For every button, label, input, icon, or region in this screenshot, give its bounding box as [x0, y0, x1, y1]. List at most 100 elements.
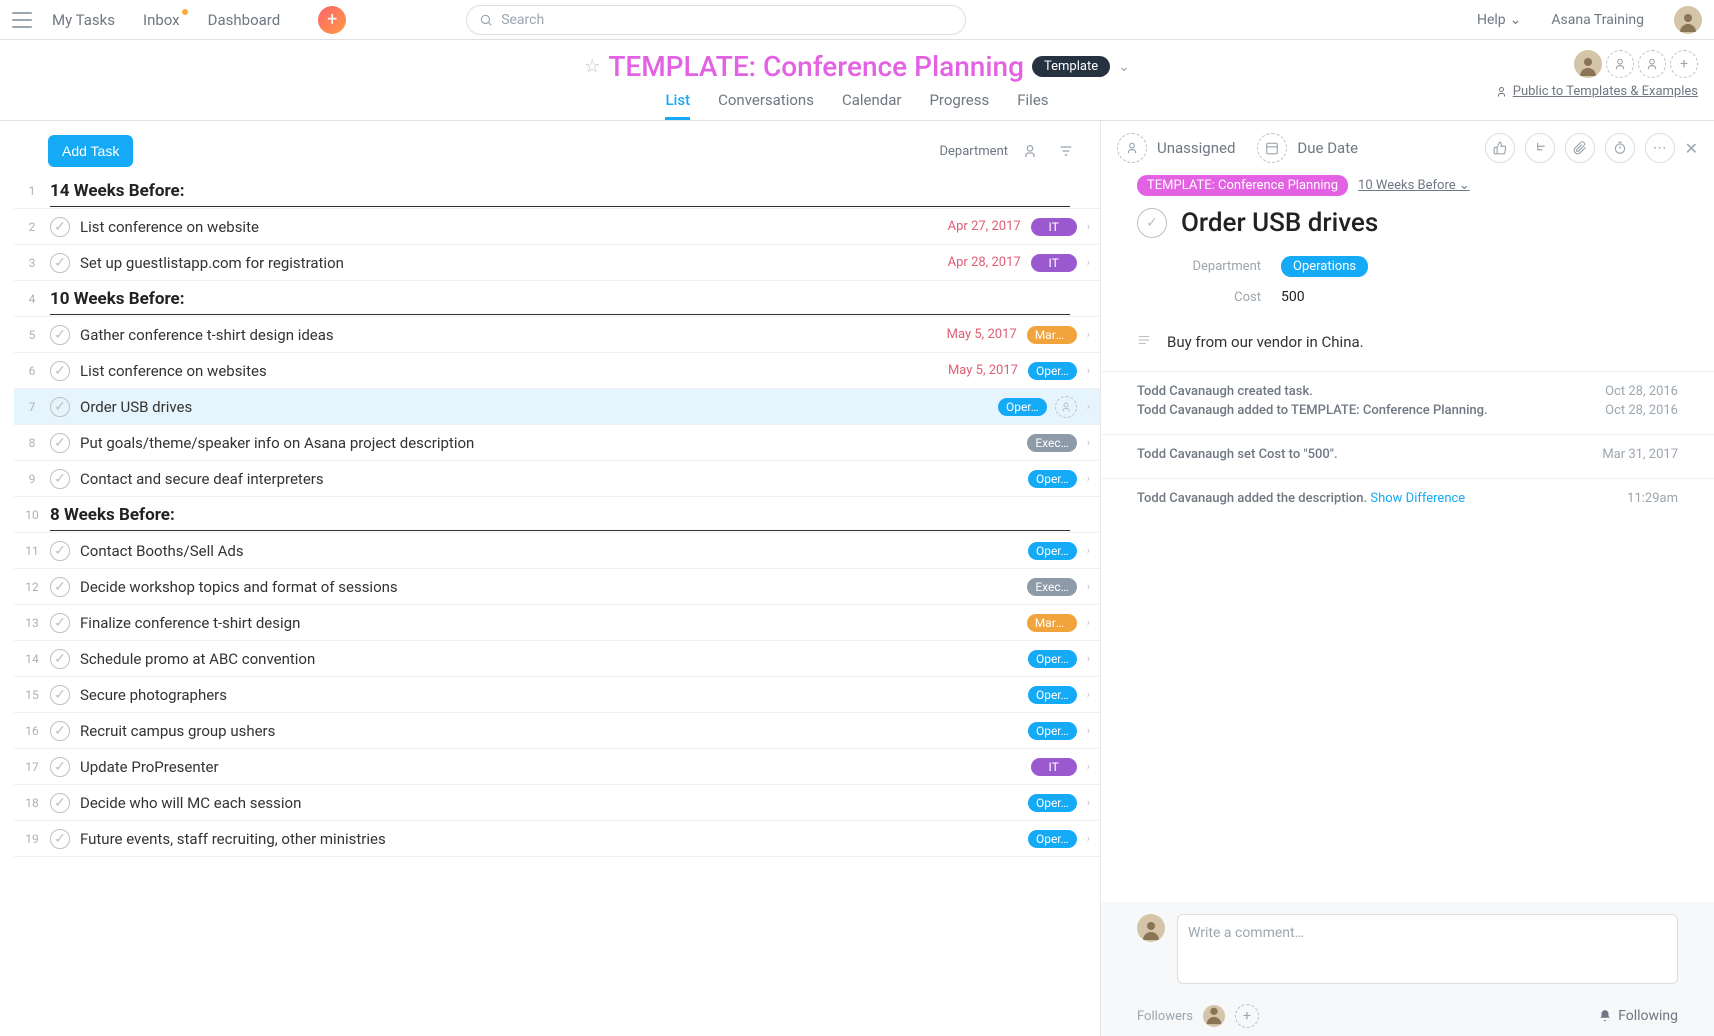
complete-check-icon[interactable]: ✓	[50, 433, 70, 453]
task-row[interactable]: 11✓Contact Booths/Sell AdsOper…›	[14, 533, 1100, 569]
section-header[interactable]: 10 Weeks Before:	[50, 283, 1070, 315]
like-icon[interactable]	[1485, 133, 1515, 163]
complete-check-icon[interactable]: ✓	[50, 361, 70, 381]
search-input[interactable]: Search	[466, 5, 966, 35]
task-name: Gather conference t-shirt design ideas	[80, 326, 947, 344]
close-icon[interactable]: ✕	[1685, 139, 1698, 158]
field-value-department[interactable]: Operations	[1281, 256, 1368, 277]
person-filter-icon[interactable]	[1016, 137, 1044, 165]
star-icon[interactable]: ☆	[584, 56, 600, 77]
complete-check-icon[interactable]: ✓	[50, 685, 70, 705]
menu-icon[interactable]	[12, 12, 32, 28]
show-difference-link[interactable]: Show Difference	[1370, 491, 1465, 506]
tab-progress[interactable]: Progress	[929, 91, 989, 120]
tab-files[interactable]: Files	[1017, 91, 1048, 120]
task-row[interactable]: 2✓List conference on websiteApr 27, 2017…	[14, 209, 1100, 245]
complete-check-icon[interactable]: ✓	[50, 397, 70, 417]
due-date-icon[interactable]	[1257, 133, 1287, 163]
complete-check-icon[interactable]: ✓	[1137, 208, 1167, 238]
task-name: Contact Booths/Sell Ads	[80, 542, 1028, 560]
search-placeholder: Search	[501, 12, 544, 28]
project-visibility-link[interactable]: Public to Templates & Examples	[1497, 84, 1698, 99]
assignee-placeholder-icon[interactable]	[1117, 133, 1147, 163]
field-value-cost[interactable]: 500	[1281, 289, 1305, 305]
workspace-name[interactable]: Asana Training	[1551, 12, 1644, 28]
task-row[interactable]: 8✓Put goals/theme/speaker info on Asana …	[14, 425, 1100, 461]
nav-dashboard[interactable]: Dashboard	[208, 11, 281, 29]
complete-check-icon[interactable]: ✓	[50, 829, 70, 849]
more-icon[interactable]: ⋯	[1645, 133, 1675, 163]
add-member-icon[interactable]	[1638, 50, 1666, 78]
add-task-button[interactable]: Add Task	[48, 135, 133, 167]
task-row[interactable]: 7✓Order USB drivesOper…›	[14, 389, 1100, 425]
complete-check-icon[interactable]: ✓	[50, 721, 70, 741]
section-link[interactable]: 10 Weeks Before ⌄	[1358, 178, 1470, 193]
add-button[interactable]: +	[318, 6, 346, 34]
add-member-icon[interactable]	[1606, 50, 1634, 78]
timer-icon[interactable]	[1605, 133, 1635, 163]
task-row[interactable]: 15✓Secure photographersOper…›	[14, 677, 1100, 713]
complete-check-icon[interactable]: ✓	[50, 253, 70, 273]
task-date: May 5, 2017	[948, 363, 1018, 378]
project-pill[interactable]: TEMPLATE: Conference Planning	[1137, 175, 1348, 196]
user-avatar[interactable]	[1674, 6, 1702, 34]
member-avatar[interactable]	[1574, 50, 1602, 78]
follower-avatar[interactable]	[1203, 1005, 1225, 1027]
comment-area: Write a comment…	[1101, 902, 1714, 996]
complete-check-icon[interactable]: ✓	[50, 793, 70, 813]
complete-check-icon[interactable]: ✓	[50, 217, 70, 237]
task-row[interactable]: 16✓Recruit campus group ushersOper…›	[14, 713, 1100, 749]
nav-inbox[interactable]: Inbox	[143, 11, 180, 29]
task-row[interactable]: 14✓Schedule promo at ABC conventionOper……	[14, 641, 1100, 677]
chevron-right-icon: ›	[1087, 580, 1090, 593]
subtask-icon[interactable]	[1525, 133, 1555, 163]
section-header[interactable]: 14 Weeks Before:	[50, 175, 1070, 207]
add-follower-icon[interactable]: +	[1235, 1004, 1259, 1028]
task-row[interactable]: 13✓Finalize conference t-shirt designMar…	[14, 605, 1100, 641]
help-menu[interactable]: Help⌄	[1477, 12, 1521, 28]
task-tag: Oper…	[1028, 650, 1077, 668]
complete-check-icon[interactable]: ✓	[50, 325, 70, 345]
project-menu-chevron[interactable]: ⌄	[1118, 59, 1130, 75]
tab-calendar[interactable]: Calendar	[842, 91, 902, 120]
chevron-right-icon: ›	[1087, 616, 1090, 629]
complete-check-icon[interactable]: ✓	[50, 613, 70, 633]
task-details-pane: Unassigned Due Date ⋯ ✕ TEMPLATE: Confer…	[1100, 121, 1714, 1036]
task-title[interactable]: Order USB drives	[1181, 208, 1378, 238]
complete-check-icon[interactable]: ✓	[50, 649, 70, 669]
task-row[interactable]: 12✓Decide workshop topics and format of …	[14, 569, 1100, 605]
task-description[interactable]: Buy from our vendor in China.	[1167, 333, 1364, 351]
tab-conversations[interactable]: Conversations	[718, 91, 814, 120]
task-row[interactable]: 3✓Set up guestlistapp.com for registrati…	[14, 245, 1100, 281]
chevron-right-icon: ›	[1087, 436, 1090, 449]
add-member-plus-icon[interactable]: +	[1670, 50, 1698, 78]
section-header[interactable]: 8 Weeks Before:	[50, 499, 1070, 531]
task-row[interactable]: 18✓Decide who will MC each sessionOper…›	[14, 785, 1100, 821]
attachment-icon[interactable]	[1565, 133, 1595, 163]
task-row[interactable]: 9✓Contact and secure deaf interpretersOp…	[14, 461, 1100, 497]
assign-icon[interactable]	[1055, 396, 1077, 418]
complete-check-icon[interactable]: ✓	[50, 469, 70, 489]
task-tag: Oper…	[1028, 542, 1077, 560]
following-button[interactable]: Following	[1598, 1008, 1678, 1024]
comment-input[interactable]: Write a comment…	[1177, 914, 1678, 984]
task-date: May 5, 2017	[947, 327, 1017, 342]
tab-list[interactable]: List	[665, 91, 690, 120]
sort-label[interactable]: Department	[940, 144, 1009, 159]
assignee-label[interactable]: Unassigned	[1157, 139, 1235, 157]
complete-check-icon[interactable]: ✓	[50, 757, 70, 777]
task-name: Finalize conference t-shirt design	[80, 614, 1027, 632]
due-date-label[interactable]: Due Date	[1297, 139, 1358, 157]
task-row[interactable]: 17✓Update ProPresenterIT›	[14, 749, 1100, 785]
task-row[interactable]: 5✓Gather conference t-shirt design ideas…	[14, 317, 1100, 353]
task-row[interactable]: 6✓List conference on websitesMay 5, 2017…	[14, 353, 1100, 389]
complete-check-icon[interactable]: ✓	[50, 577, 70, 597]
chevron-right-icon: ›	[1087, 688, 1090, 701]
task-row[interactable]: 19✓Future events, staff recruiting, othe…	[14, 821, 1100, 857]
field-label-cost: Cost	[1181, 290, 1261, 305]
comment-avatar	[1137, 914, 1165, 942]
filter-icon[interactable]	[1052, 137, 1080, 165]
task-tag: IT	[1031, 758, 1077, 776]
complete-check-icon[interactable]: ✓	[50, 541, 70, 561]
nav-my-tasks[interactable]: My Tasks	[52, 11, 115, 29]
